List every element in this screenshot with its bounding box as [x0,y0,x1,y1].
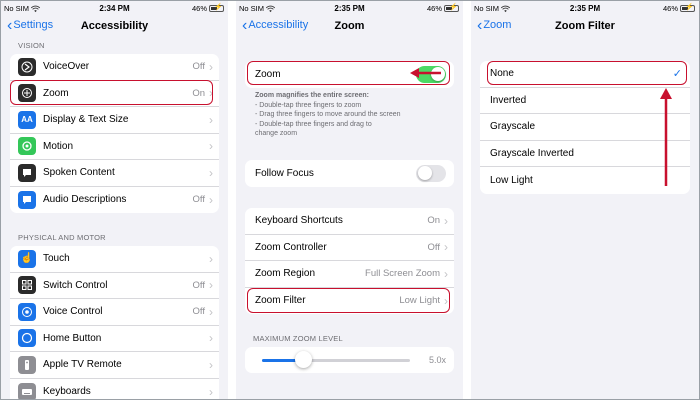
arrowhead-zoom-toggle [410,68,419,78]
annotation-arrows [410,68,672,186]
arrowhead-none-option [660,88,672,99]
